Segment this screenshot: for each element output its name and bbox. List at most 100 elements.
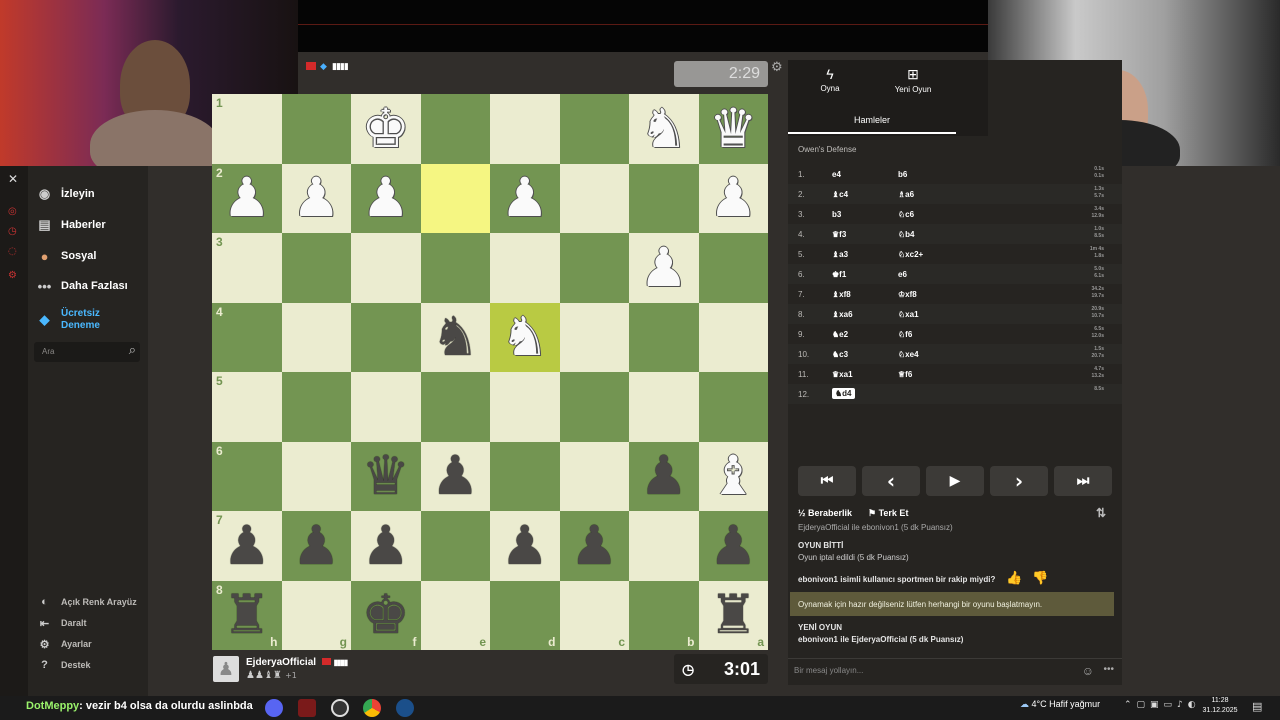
tab-play[interactable]: ϟ Oyna bbox=[790, 66, 870, 93]
play-button[interactable]: ▶ bbox=[926, 466, 984, 496]
board-square[interactable] bbox=[559, 233, 629, 303]
board-square[interactable]: ♟ bbox=[559, 511, 629, 581]
sidebar-item-more[interactable]: ••• Daha Fazlası bbox=[36, 274, 128, 298]
close-icon[interactable]: ✕ bbox=[8, 172, 18, 186]
white-pawn-icon[interactable]: ♟ bbox=[709, 171, 757, 225]
board-square[interactable] bbox=[420, 94, 490, 164]
board-square[interactable]: ♟ bbox=[629, 441, 699, 511]
board-square[interactable]: f ♚ bbox=[351, 580, 421, 650]
board-square[interactable] bbox=[698, 302, 768, 372]
black-move[interactable]: ♘b4 bbox=[898, 230, 915, 239]
board-square[interactable] bbox=[490, 372, 560, 442]
white-move[interactable]: ♞e2 bbox=[832, 330, 848, 339]
board-square[interactable]: 6 bbox=[212, 441, 282, 511]
black-queen-icon[interactable]: ♛ bbox=[362, 449, 410, 503]
board-square[interactable]: ♟ bbox=[281, 511, 351, 581]
board-square[interactable]: ♟ bbox=[351, 163, 421, 233]
search-icon[interactable]: ⌕ bbox=[129, 343, 136, 358]
last-move-button[interactable]: ⏭ bbox=[1054, 466, 1112, 496]
board-square[interactable] bbox=[559, 163, 629, 233]
black-pawn-icon[interactable]: ♟ bbox=[362, 518, 410, 573]
white-bishop-icon[interactable]: ♝ bbox=[709, 449, 757, 503]
chess-board[interactable]: 1 ♚ ♞ ♛ 2 ♟ ♟ ♟ ♟ ♟ 3 ♟ 4 ♞ ♞ 5 6 ♛ ♟ ♟ ♝ 7 ♟ ♟ ♟ ♟ ♟ ♟ 8 h ♜ g f ♚ e d c b a ♜ bbox=[212, 94, 768, 650]
board-square[interactable]: a ♜ bbox=[698, 580, 768, 650]
board-square[interactable]: 5 bbox=[212, 372, 282, 442]
system-tray-icons[interactable]: ⌃▢▣▭♪◐ bbox=[1124, 700, 1201, 710]
board-square[interactable]: ♟ bbox=[698, 511, 768, 581]
board-square[interactable]: 7 ♟ bbox=[212, 511, 282, 581]
black-pawn-icon[interactable]: ♟ bbox=[501, 518, 549, 573]
taskbar-app-icon[interactable] bbox=[298, 699, 316, 717]
board-square[interactable] bbox=[281, 372, 351, 442]
board-square[interactable]: ♟ bbox=[629, 233, 699, 303]
black-move[interactable]: ♘c6 bbox=[898, 210, 914, 219]
board-square[interactable] bbox=[559, 302, 629, 372]
black-pawn-icon[interactable]: ♟ bbox=[640, 449, 688, 503]
board-square[interactable] bbox=[490, 94, 560, 164]
sidebar-settings[interactable]: ⚙ Ayarlar bbox=[36, 635, 92, 653]
board-square[interactable]: ♚ bbox=[351, 94, 421, 164]
discord-icon[interactable] bbox=[265, 699, 283, 717]
board-square[interactable]: e bbox=[420, 580, 490, 650]
tab-moves[interactable]: Hamleler bbox=[788, 108, 956, 134]
white-pawn-icon[interactable]: ♟ bbox=[640, 240, 688, 295]
board-square[interactable] bbox=[281, 441, 351, 511]
chrome-icon[interactable] bbox=[363, 699, 381, 717]
thumbs-down-icon[interactable]: 👎 bbox=[1032, 571, 1048, 586]
board-square[interactable]: 2 ♟ bbox=[212, 163, 282, 233]
board-square[interactable]: ♞ bbox=[490, 302, 560, 372]
draw-button[interactable]: ½ Beraberlik bbox=[798, 508, 852, 518]
board-square[interactable]: g bbox=[281, 580, 351, 650]
sidebar-item-news[interactable]: ▤ Haberler bbox=[36, 213, 105, 237]
board-square[interactable] bbox=[351, 302, 421, 372]
black-pawn-icon[interactable]: ♟ bbox=[292, 518, 340, 573]
black-move[interactable]: ♘f6 bbox=[898, 330, 912, 339]
white-king-icon[interactable]: ♚ bbox=[362, 101, 410, 156]
sidebar-item-free-trial[interactable]: ◆ Ücretsiz Deneme bbox=[36, 308, 100, 334]
white-move[interactable]: ♝xf8 bbox=[832, 290, 851, 299]
board-square[interactable]: ♟ bbox=[490, 163, 560, 233]
board-square[interactable]: 4 bbox=[212, 302, 282, 372]
sidebar-light-theme[interactable]: ◐ Açık Renk Arayüz bbox=[36, 593, 137, 611]
white-move[interactable]: ♞d4 bbox=[832, 388, 855, 399]
thumbs-up-icon[interactable]: 👍 bbox=[1006, 571, 1022, 586]
player-name[interactable]: EjderyaOfficial ▮▮▮▮ bbox=[246, 657, 348, 668]
board-square[interactable] bbox=[351, 233, 421, 303]
black-pawn-icon[interactable]: ♟ bbox=[709, 518, 757, 573]
board-square[interactable] bbox=[281, 302, 351, 372]
board-square[interactable]: 3 bbox=[212, 233, 282, 303]
tab-new-game[interactable]: ⊞ Yeni Oyun bbox=[873, 66, 953, 94]
board-square[interactable] bbox=[559, 441, 629, 511]
black-move[interactable]: e6 bbox=[898, 270, 907, 279]
sidebar-item-watch[interactable]: ◉ İzleyin bbox=[36, 182, 95, 206]
steam-icon[interactable] bbox=[396, 699, 414, 717]
white-move[interactable]: ♝xa6 bbox=[832, 310, 853, 319]
black-rook-icon[interactable]: ♜ bbox=[223, 588, 271, 642]
resign-button[interactable]: ⚑ Terk Et bbox=[868, 508, 908, 519]
board-square[interactable] bbox=[490, 233, 560, 303]
white-pawn-icon[interactable]: ♟ bbox=[501, 171, 549, 225]
board-square[interactable] bbox=[351, 372, 421, 442]
board-square[interactable] bbox=[629, 511, 699, 581]
white-move[interactable]: ♞c3 bbox=[832, 350, 848, 359]
black-move[interactable]: ♗a6 bbox=[898, 190, 914, 199]
board-square[interactable]: ♛ bbox=[698, 94, 768, 164]
black-king-icon[interactable]: ♚ bbox=[362, 588, 410, 642]
board-square[interactable]: ♝ bbox=[698, 441, 768, 511]
previous-move-button[interactable]: ‹ bbox=[862, 466, 920, 496]
board-settings-gear-icon[interactable]: ⚙ bbox=[771, 60, 783, 75]
black-move[interactable]: ♘xc2+ bbox=[898, 250, 923, 259]
more-options-icon[interactable]: ••• bbox=[1103, 664, 1114, 675]
board-square[interactable] bbox=[281, 94, 351, 164]
board-square[interactable]: ♟ bbox=[351, 511, 421, 581]
black-knight-icon[interactable]: ♞ bbox=[431, 310, 479, 364]
board-square[interactable] bbox=[629, 163, 699, 233]
board-square[interactable]: ♛ bbox=[351, 441, 421, 511]
sidebar-support[interactable]: ? Destek bbox=[36, 656, 90, 674]
board-square[interactable] bbox=[629, 372, 699, 442]
obs-icon[interactable] bbox=[331, 699, 349, 717]
black-move[interactable]: ♕f6 bbox=[898, 370, 912, 379]
board-square[interactable] bbox=[698, 372, 768, 442]
flip-board-icon[interactable]: ⇅ bbox=[1096, 506, 1106, 520]
search-input[interactable]: Ara ⌕ bbox=[34, 342, 140, 362]
